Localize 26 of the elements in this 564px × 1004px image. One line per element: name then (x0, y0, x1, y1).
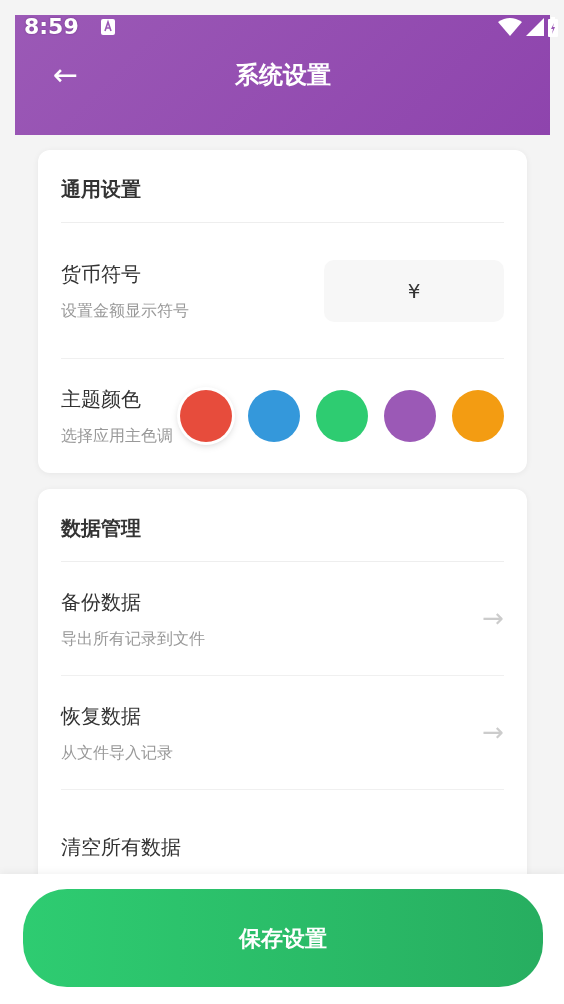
setting-label: 备份数据 (61, 588, 142, 616)
signal-icon (526, 18, 544, 36)
setting-description: 设置金额显示符号 (61, 299, 189, 322)
setting-label: 恢复数据 (61, 702, 142, 730)
section-title: 数据管理 (61, 489, 504, 562)
currency-field[interactable]: ¥ (324, 259, 504, 322)
setting-label: 主题颜色 (61, 386, 142, 413)
color-swatch[interactable] (316, 390, 368, 442)
setting-label: 清空所有数据 (61, 834, 181, 861)
save-button[interactable]: 保存设置 (23, 889, 543, 987)
section-title: 通用设置 (61, 150, 504, 223)
setting-description: 导出所有记录到文件 (61, 627, 205, 650)
back-button[interactable]: ← (53, 60, 79, 90)
color-swatch[interactable] (452, 390, 504, 442)
color-swatch[interactable] (180, 390, 232, 442)
arrow-icon[interactable]: → (482, 713, 504, 752)
color-swatch[interactable] (248, 390, 300, 442)
setting-description: 选择应用主色调 (61, 425, 173, 447)
wifi-icon (498, 18, 522, 36)
setting-label: 货币符号 (61, 260, 142, 288)
battery-icon (548, 17, 558, 37)
page-title: 系统设置 (234, 60, 331, 91)
setting-description: 从文件导入记录 (61, 741, 173, 764)
clock: 8:59 (24, 13, 79, 41)
color-swatch[interactable] (384, 390, 436, 442)
arrow-icon[interactable]: → (482, 599, 504, 638)
